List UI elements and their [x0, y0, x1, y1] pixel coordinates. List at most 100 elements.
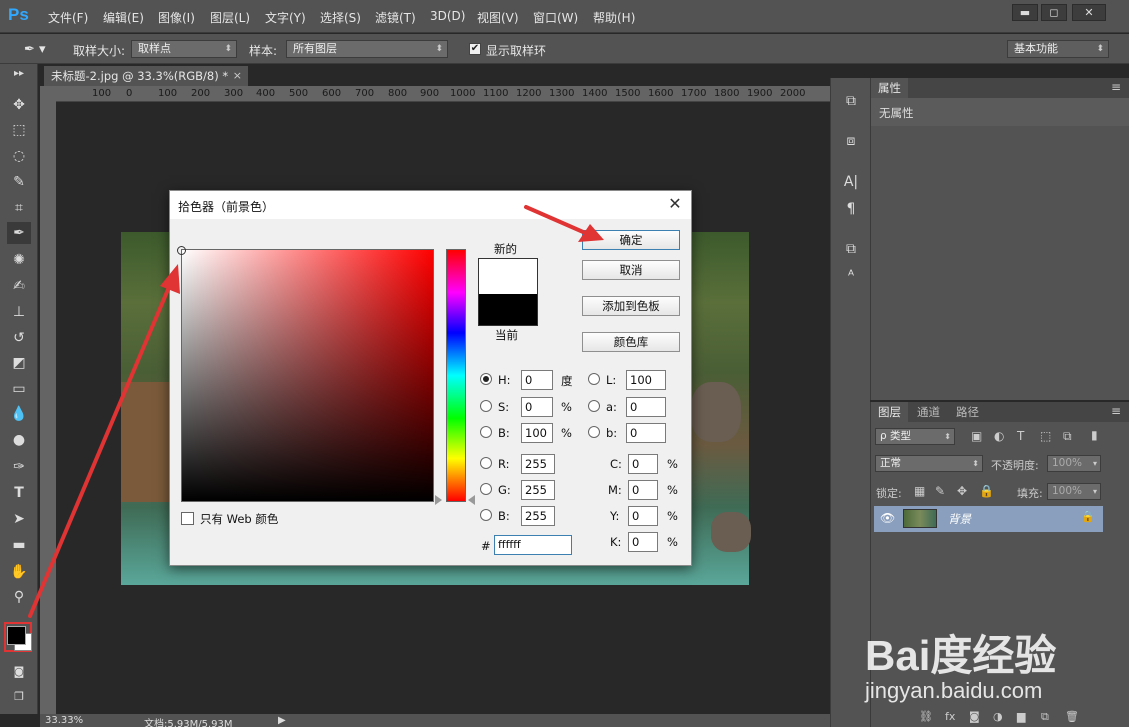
adjust-filter-icon[interactable]: ◐	[994, 429, 1004, 443]
hue-slider-right-arrow-icon[interactable]	[468, 495, 475, 505]
r-input[interactable]: 255	[521, 454, 555, 474]
panel-menu-icon[interactable]: ≡	[1111, 80, 1121, 94]
s-input[interactable]: 0	[521, 397, 553, 417]
m-input[interactable]: 0	[628, 480, 658, 500]
marquee-tool-icon[interactable]: ⬚	[7, 119, 31, 141]
dodge-tool-icon[interactable]: ●	[7, 429, 31, 451]
current-color-swatch[interactable]	[478, 294, 538, 326]
healing-brush-tool-icon[interactable]: ✺	[7, 249, 31, 271]
path-select-tool-icon[interactable]: ➤	[7, 508, 31, 530]
web-colors-checkbox[interactable]	[181, 512, 194, 525]
lasso-tool-icon[interactable]: ◌	[7, 145, 31, 167]
pixel-filter-icon[interactable]: ▣	[971, 429, 982, 443]
menu-type[interactable]: 文字(Y)	[265, 9, 306, 26]
lab-a-input[interactable]: 0	[626, 397, 666, 417]
k-input[interactable]: 0	[628, 532, 658, 552]
menu-view[interactable]: 视图(V)	[477, 9, 519, 26]
add-to-swatches-button[interactable]: 添加到色板	[582, 296, 680, 316]
close-window-button[interactable]: ✕	[1072, 4, 1106, 21]
zoom-level[interactable]: 33.33%	[45, 715, 83, 726]
eraser-tool-icon[interactable]: ◩	[7, 352, 31, 374]
sample-size-select[interactable]: 取样点 ⬍	[131, 40, 237, 58]
show-ring-checkbox[interactable]: ✔	[469, 43, 481, 55]
menu-window[interactable]: 窗口(W)	[533, 9, 578, 26]
lab-a-radio[interactable]	[588, 400, 600, 412]
quick-mask-icon[interactable]: ◙	[7, 661, 31, 683]
actions-panel-icon[interactable]: ⧈	[839, 130, 863, 152]
close-icon[interactable]: ✕	[665, 194, 685, 214]
layer-name[interactable]: 背景	[948, 511, 971, 527]
collapse-icon[interactable]: ▸▸	[7, 68, 31, 80]
c-input[interactable]: 0	[628, 454, 658, 474]
brush-tool-icon[interactable]: ✍	[7, 275, 31, 297]
paragraph-panel-icon[interactable]: ¶	[839, 198, 863, 220]
menu-help[interactable]: 帮助(H)	[593, 9, 635, 26]
crop-tool-icon[interactable]: ⌗	[7, 197, 31, 219]
lab-b-input[interactable]: 0	[626, 423, 666, 443]
fill-input[interactable]: 100% ▾	[1047, 483, 1101, 500]
lock-position-icon[interactable]: ✥	[957, 484, 967, 498]
close-tab-icon[interactable]: ×	[233, 66, 242, 86]
g-input[interactable]: 255	[521, 480, 555, 500]
red-radio[interactable]	[480, 457, 492, 469]
workspace-select[interactable]: 基本功能 ⬍	[1007, 40, 1109, 58]
sample-select[interactable]: 所有图层 ⬍	[286, 40, 448, 58]
saturation-brightness-field[interactable]	[181, 249, 434, 502]
lock-paint-icon[interactable]: ✎	[935, 484, 945, 498]
blur-tool-icon[interactable]: 💧	[7, 403, 31, 425]
lab-l-radio[interactable]	[588, 373, 600, 385]
pen-tool-icon[interactable]: ✑	[7, 456, 31, 478]
opacity-input[interactable]: 100% ▾	[1047, 455, 1101, 472]
visibility-eye-icon[interactable]: 👁	[880, 511, 895, 525]
dialog-titlebar[interactable]: 拾色器（前景色） ✕	[170, 191, 691, 219]
filter-toggle-icon[interactable]: ▮	[1091, 428, 1098, 442]
cancel-button[interactable]: 取消	[582, 260, 680, 280]
hand-tool-icon[interactable]: ✋	[7, 561, 31, 583]
y-input[interactable]: 0	[628, 506, 658, 526]
panel-menu-icon[interactable]: ≡	[1111, 404, 1121, 418]
character-styles-icon[interactable]: ⧉	[839, 238, 863, 260]
menu-select[interactable]: 选择(S)	[320, 9, 361, 26]
smart-filter-icon[interactable]: ⧉	[1063, 429, 1072, 444]
menu-filter[interactable]: 滤镜(T)	[375, 9, 416, 26]
color-field-marker[interactable]	[177, 246, 186, 255]
menu-layer[interactable]: 图层(L)	[210, 9, 250, 26]
blend-mode-select[interactable]: 正常 ⬍	[875, 455, 983, 472]
eyedropper-tool-icon[interactable]: ✒	[7, 222, 31, 244]
shape-tool-icon[interactable]: ▬	[7, 534, 31, 556]
eyedropper-options-icon[interactable]: ✒ ▾	[24, 42, 46, 57]
tab-channels[interactable]: 通道	[910, 402, 947, 422]
layer-filter-select[interactable]: ρ 类型 ⬍	[875, 428, 955, 445]
quick-select-tool-icon[interactable]: ✎	[7, 171, 31, 193]
rgb-b-input[interactable]: 255	[521, 506, 555, 526]
maximize-button[interactable]: ◻	[1041, 4, 1067, 21]
foreground-color-swatch[interactable]	[7, 626, 26, 645]
type-tool-icon[interactable]: T	[7, 482, 31, 504]
gradient-tool-icon[interactable]: ▭	[7, 378, 31, 400]
document-tab[interactable]: 未标题-2.jpg @ 33.3%(RGB/8) * ×	[44, 66, 248, 86]
layer-row-background[interactable]: 👁 背景 🔒	[874, 506, 1103, 532]
hex-input[interactable]: ffffff	[494, 535, 572, 555]
menu-3d[interactable]: 3D(D)	[430, 9, 465, 23]
lab-l-input[interactable]: 100	[626, 370, 666, 390]
green-radio[interactable]	[480, 483, 492, 495]
history-panel-icon[interactable]: ⧉	[839, 90, 863, 112]
move-tool-icon[interactable]: ✥	[7, 94, 31, 116]
tab-properties[interactable]: 属性	[871, 78, 908, 98]
menu-file[interactable]: 文件(F)	[48, 9, 88, 26]
screen-mode-icon[interactable]: ❐	[7, 686, 31, 708]
hue-radio[interactable]	[480, 373, 492, 385]
blue-radio[interactable]	[480, 509, 492, 521]
brightness-radio[interactable]	[480, 426, 492, 438]
history-brush-tool-icon[interactable]: ↺	[7, 327, 31, 349]
minimize-button[interactable]: ▬	[1012, 4, 1038, 21]
zoom-tool-icon[interactable]: ⚲	[7, 586, 31, 608]
menu-edit[interactable]: 编辑(E)	[103, 9, 144, 26]
lock-pixels-icon[interactable]: ▦	[914, 484, 925, 498]
hue-slider-left-arrow-icon[interactable]	[435, 495, 442, 505]
type-filter-icon[interactable]: T	[1017, 429, 1024, 443]
character-panel-icon[interactable]: A|	[839, 171, 863, 193]
shape-filter-icon[interactable]: ⬚	[1040, 429, 1051, 443]
b-input[interactable]: 100	[521, 423, 553, 443]
saturation-radio[interactable]	[480, 400, 492, 412]
